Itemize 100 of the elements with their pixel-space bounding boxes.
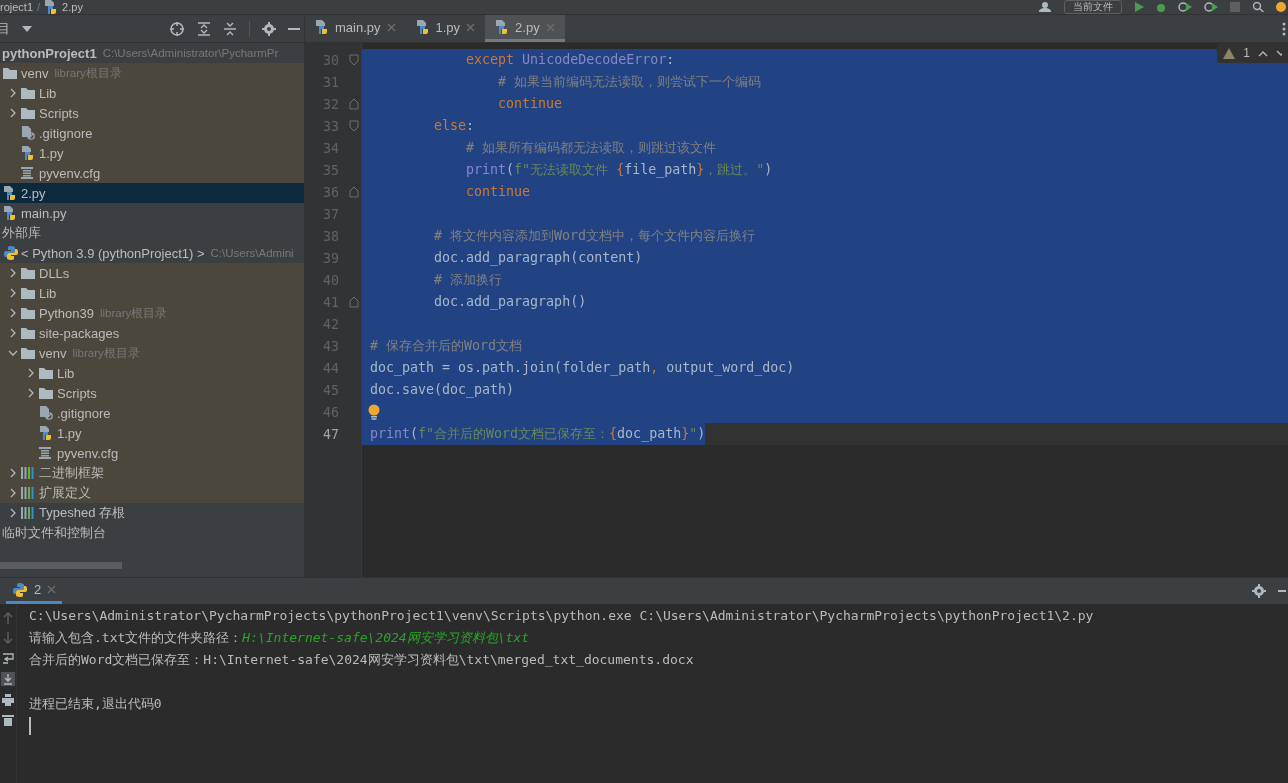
python-file-icon: [315, 20, 329, 34]
path-hint: C:\Users\Admini: [210, 247, 294, 259]
scrollbar-thumb[interactable]: [0, 561, 122, 569]
inspection-widget[interactable]: 1: [1217, 43, 1288, 63]
collapse-all-icon[interactable]: [223, 21, 237, 36]
fold-marker-icon[interactable]: [349, 98, 359, 110]
run-tab[interactable]: 2: [6, 578, 63, 604]
breadcrumb[interactable]: roject1: [0, 1, 34, 13]
update-icon[interactable]: [1276, 2, 1286, 12]
fold-marker-icon[interactable]: [349, 54, 359, 66]
fold-marker-icon[interactable]: [349, 296, 359, 308]
tree-row[interactable]: site-packages: [0, 323, 304, 343]
tree-row[interactable]: 临时文件和控制台: [0, 523, 304, 543]
caret-down-icon[interactable]: [22, 25, 32, 32]
item-label: .gitignore: [39, 125, 93, 141]
settings-icon[interactable]: [1252, 584, 1266, 598]
item-label: DLLs: [39, 265, 70, 281]
tree-row[interactable]: 1.py: [0, 143, 304, 163]
python-logo-icon: [3, 245, 19, 261]
chevron-down-icon[interactable]: [8, 348, 18, 358]
warning-icon: [1223, 47, 1236, 59]
fold-marker-icon[interactable]: [349, 120, 359, 132]
tree-row[interactable]: pyvenv.cfg: [0, 443, 304, 463]
tree-row[interactable]: 外部库: [0, 223, 304, 243]
group-label: 临时文件和控制台: [2, 524, 106, 542]
python-file-icon: [495, 20, 510, 34]
python-file-icon: [3, 206, 17, 220]
item-label: pyvenv.cfg: [57, 445, 119, 461]
tree-row[interactable]: DLLs: [0, 263, 304, 283]
tree-row[interactable]: Lib: [0, 363, 304, 383]
item-label: 2.py: [21, 185, 46, 201]
tree-row[interactable]: 1.py: [0, 423, 304, 443]
tree-row[interactable]: main.py: [0, 203, 304, 223]
tree-row[interactable]: pyvenv.cfg: [0, 163, 304, 183]
text-file-icon: [21, 167, 33, 179]
tree-row[interactable]: Typeshed 存根: [0, 503, 304, 523]
item-label: 二进制框架: [39, 464, 104, 482]
tree-row[interactable]: 2.py: [0, 183, 304, 203]
editor-tab[interactable]: main.py: [305, 15, 406, 42]
locate-icon[interactable]: [169, 20, 185, 37]
line-number: 47: [322, 426, 340, 442]
folder-icon: [21, 327, 35, 339]
item-label: Lib: [39, 85, 57, 101]
tree-row[interactable]: Scripts: [0, 103, 304, 123]
tree-row[interactable]: < Python 3.9 (pythonProject1) > C:\Users\Admini: [0, 243, 304, 263]
editor-tab[interactable]: 1.py: [405, 15, 486, 42]
folder-icon: [39, 387, 53, 399]
user-icon[interactable]: [1038, 2, 1052, 12]
search-icon[interactable]: [1252, 2, 1264, 12]
folder-icon: [21, 287, 35, 299]
item-label: Python39: [39, 305, 94, 321]
folder-icon: [21, 107, 35, 119]
folder-icon: [21, 267, 35, 279]
trash-icon[interactable]: [2, 714, 14, 726]
settings-icon[interactable]: [262, 21, 276, 36]
tree-row[interactable]: 二进制框架: [0, 463, 304, 483]
tree-row[interactable]: Lib: [0, 283, 304, 303]
python-file-icon: [21, 146, 35, 160]
tree-row[interactable]: Scripts: [0, 383, 304, 403]
chevron-down-icon[interactable]: [1276, 49, 1282, 57]
warning-count: 1: [1243, 46, 1250, 60]
group-label: 外部库: [2, 224, 41, 242]
tree-row[interactable]: Lib: [0, 83, 304, 103]
soft-wrap-icon[interactable]: [2, 652, 14, 664]
fold-marker-icon[interactable]: [349, 186, 359, 198]
folder-icon: [3, 67, 17, 79]
tree-row[interactable]: pythonProject1 C:\Users\Administrator\PycharmPr: [0, 43, 304, 63]
tree-row[interactable]: .gitignore: [0, 123, 304, 143]
library-icon: [21, 487, 35, 499]
ignored-file-icon: [21, 126, 35, 140]
lightbulb-icon[interactable]: [368, 404, 380, 420]
run-icon[interactable]: [1134, 2, 1144, 12]
chevron-up-icon[interactable]: [1258, 49, 1268, 57]
console-line: C:\Users\Administrator\PycharmProjects\pythonProject1\venv\Scripts\python.exe C:\Users\Administrator\PycharmProjects\pythonProject1\2.py: [29, 607, 1094, 625]
exit-message: 进程已结束,退出代码0: [29, 695, 163, 713]
print-icon[interactable]: [2, 694, 14, 706]
tree-row[interactable]: .gitignore: [0, 403, 304, 423]
folder-icon: [21, 87, 35, 99]
editor-tab[interactable]: 2.py: [485, 15, 565, 42]
expand-all-icon[interactable]: [197, 21, 211, 36]
tree-row[interactable]: 扩展定义: [0, 483, 304, 503]
python-logo-icon: [12, 581, 28, 598]
run-config-dropdown[interactable]: 当前文件: [1064, 0, 1122, 14]
item-label: < Python 3.9 (pythonProject1) >: [21, 245, 205, 261]
breadcrumb[interactable]: 2.py: [62, 1, 83, 13]
library-icon: [21, 467, 35, 479]
console-line: 请输入包含.txt文件的文件夹路径：H:\Internet-safe\2024网安学习资料包\txt: [29, 629, 530, 647]
item-label: 扩展定义: [39, 484, 91, 502]
item-label: .gitignore: [57, 405, 111, 421]
python-file-icon: [3, 186, 17, 200]
item-label: venv: [39, 345, 67, 361]
project-name: pythonProject1: [2, 45, 97, 61]
item-label: main.py: [21, 205, 67, 221]
item-label: site-packages: [39, 325, 120, 341]
scroll-to-end-icon[interactable]: [1, 672, 15, 686]
breadcrumb-separator: /: [37, 1, 41, 13]
python-file-icon: [44, 0, 59, 14]
more-icon[interactable]: [1282, 21, 1286, 36]
python-file-icon: [39, 426, 53, 440]
folder-icon: [21, 307, 35, 319]
